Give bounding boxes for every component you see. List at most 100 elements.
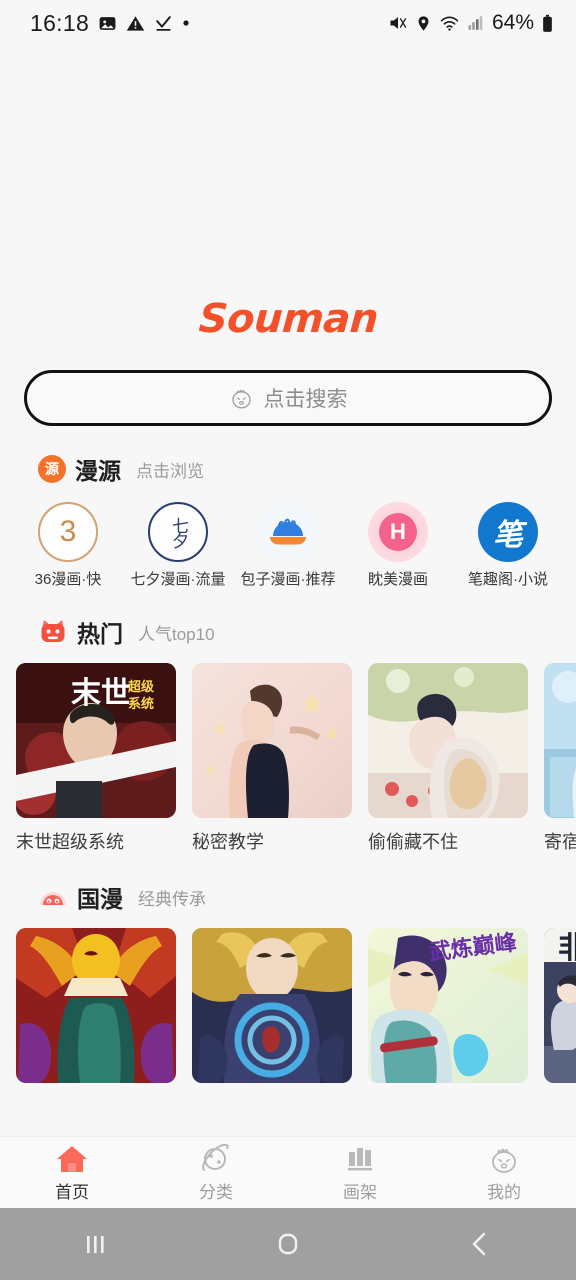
dot-icon	[183, 20, 189, 26]
bars-icon	[288, 1142, 432, 1176]
mute-icon	[390, 17, 407, 29]
location-icon	[418, 15, 429, 31]
comic-cover: 末世 超级 系统	[16, 663, 176, 818]
comic-title: 偷偷藏不住	[368, 832, 458, 852]
baozi-bun-glyph	[270, 518, 306, 545]
source-item-biquge[interactable]: 笔 笔趣阁·小说	[458, 502, 558, 589]
tab-label-category: 分类	[199, 1183, 233, 1202]
svg-text:超级: 超级	[128, 679, 155, 695]
main-content: Souman 点击搜索 源 漫源 点击浏览 3 36漫画·快 七夕 七夕漫画·流…	[0, 46, 576, 1136]
comic-card[interactable]: 寄宿日记	[544, 663, 576, 854]
comic-title: 秘密教学	[192, 832, 264, 852]
comic-cover	[192, 663, 352, 818]
comic-card[interactable]: 武炼巅峰	[368, 928, 528, 1093]
recents-button[interactable]	[0, 1230, 192, 1258]
android-nav-bar	[0, 1208, 576, 1280]
source-baozi-icon	[258, 502, 318, 562]
source-item-qixi[interactable]: 七夕 七夕漫画·流量	[128, 502, 228, 589]
battery-icon	[543, 14, 552, 32]
section-subtitle-guoman: 经典传承	[138, 889, 206, 909]
comic-cover	[544, 663, 576, 818]
source-item-36[interactable]: 3 36漫画·快	[18, 502, 118, 589]
status-bar-right: 64%	[388, 11, 554, 35]
comic-card[interactable]: 末世 超级 系统 末世超级系统	[16, 663, 176, 854]
app-logo: Souman	[196, 296, 380, 342]
section-header-hot[interactable]: 热门 人气top10	[0, 589, 576, 649]
search-bar[interactable]: 点击搜索	[24, 370, 552, 426]
source-qixi-glyph: 七夕	[169, 517, 188, 547]
comic-cover	[16, 928, 176, 1083]
source-biquge-icon: 笔	[478, 502, 538, 562]
section-title-guoman: 国漫	[77, 886, 123, 912]
source-baozi-label: 包子漫画·推荐	[240, 571, 336, 588]
source-list: 3 36漫画·快 七夕 七夕漫画·流量 包子漫画·推荐 H 眈美漫画 笔 笔趣阁…	[0, 486, 576, 589]
section-subtitle-source: 点击浏览	[136, 461, 204, 481]
source-item-danmei[interactable]: H 眈美漫画	[348, 502, 448, 589]
comic-cover: 非	[544, 928, 576, 1083]
tab-label-profile: 我的	[487, 1183, 521, 1202]
source-danmei-icon: H	[368, 502, 428, 562]
back-chevron-icon	[472, 1232, 486, 1256]
mascot-face-icon	[231, 389, 251, 409]
home-button[interactable]	[192, 1230, 384, 1258]
tab-profile[interactable]: 我的	[432, 1142, 576, 1203]
tab-category[interactable]: 分类	[144, 1142, 288, 1203]
source-danmei-glyph: H	[390, 519, 406, 544]
wifi-icon	[440, 16, 459, 31]
search-placeholder: 点击搜索	[263, 388, 348, 411]
image-icon	[99, 16, 116, 30]
phone-screen: 16:18 64% Souman 点击搜索 源 漫源 点击浏览 3 36漫画·快…	[0, 0, 576, 1280]
status-bar: 16:18 64%	[0, 0, 576, 46]
comic-title: 末世超级系统	[16, 832, 124, 852]
comic-card[interactable]: 偷偷藏不住	[368, 663, 528, 854]
app-logo-area: Souman	[0, 46, 576, 342]
comic-cover	[192, 928, 352, 1083]
signal-icon	[468, 16, 483, 30]
guoman-comic-row[interactable]: 武炼巅峰 非	[0, 914, 576, 1093]
mascot-face-icon	[432, 1142, 576, 1176]
tab-home[interactable]: 首页	[0, 1142, 144, 1203]
recents-icon	[87, 1236, 104, 1253]
comic-card[interactable]	[16, 928, 176, 1093]
source-biquge-glyph: 笔	[493, 518, 523, 553]
section-header-source[interactable]: 源 漫源 点击浏览	[0, 426, 576, 486]
comic-cover	[368, 663, 528, 818]
source-item-baozi[interactable]: 包子漫画·推荐	[238, 502, 338, 589]
cat-face-icon	[38, 618, 68, 646]
comic-card[interactable]: 非	[544, 928, 576, 1093]
section-title-hot: 热门	[77, 621, 123, 647]
comic-card[interactable]	[192, 928, 352, 1093]
section-header-guoman[interactable]: 国漫 经典传承	[0, 854, 576, 914]
battery-percent: 64%	[491, 11, 534, 34]
home-icon	[0, 1142, 144, 1176]
cover-title-main: 非	[558, 931, 576, 966]
source-36-label: 36漫画·快	[34, 571, 102, 588]
bottom-tab-bar: 首页 分类 画架 我的	[0, 1136, 576, 1208]
source-36-icon: 3	[38, 502, 98, 562]
status-time: 16:18	[30, 9, 90, 36]
comic-card[interactable]: 秘密教学	[192, 663, 352, 854]
home-square-icon	[278, 1233, 298, 1255]
warning-icon	[126, 15, 145, 31]
section-title-source: 漫源	[75, 458, 121, 484]
cover-title-main: 末世	[71, 676, 131, 711]
source-36-glyph: 3	[59, 515, 77, 548]
comic-title: 寄宿日记	[544, 832, 576, 852]
check-download-icon	[156, 15, 171, 31]
back-button[interactable]	[384, 1230, 576, 1258]
source-badge-icon: 源	[38, 455, 66, 483]
hot-comic-row[interactable]: 末世 超级 系统 末世超级系统 秘密教学 偷偷藏不住 寄宿	[0, 649, 576, 854]
planet-icon	[144, 1142, 288, 1176]
tab-label-home: 首页	[55, 1183, 89, 1202]
comic-cover: 武炼巅峰	[368, 928, 528, 1083]
tab-shelf[interactable]: 画架	[288, 1142, 432, 1203]
svg-text:系统: 系统	[128, 696, 154, 712]
tab-label-shelf: 画架	[343, 1183, 377, 1202]
bun-face-icon	[38, 883, 68, 911]
source-qixi-label: 七夕漫画·流量	[130, 571, 226, 588]
status-bar-left: 16:18	[30, 10, 190, 37]
source-qixi-icon: 七夕	[148, 502, 208, 562]
source-danmei-label: 眈美漫画	[367, 571, 428, 588]
section-subtitle-hot: 人气top10	[138, 624, 215, 644]
source-biquge-label: 笔趣阁·小说	[468, 571, 548, 588]
